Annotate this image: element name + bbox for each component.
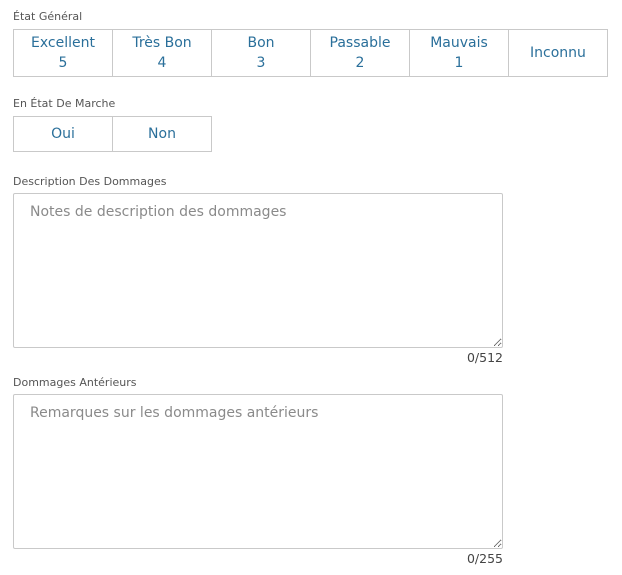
dommages-anterieurs-char-counter: 0/255 [466, 551, 503, 566]
option-score: 4 [157, 55, 167, 71]
option-label: Mauvais [430, 35, 488, 51]
en-etat-de-marche-option-non[interactable]: Non [112, 116, 212, 152]
description-dommages-field-wrapper: 0/512 [13, 193, 503, 365]
option-label: Inconnu [530, 45, 586, 61]
en-etat-de-marche-button-group: Oui Non [13, 116, 212, 152]
dommages-anterieurs-label: Dommages Antérieurs [13, 376, 137, 389]
option-label: Passable [329, 35, 391, 51]
option-label: Oui [51, 126, 75, 142]
option-label: Bon [247, 35, 275, 51]
etat-general-button-group: Excellent 5 Très Bon 4 Bon 3 Passable 2 … [13, 29, 608, 77]
option-label: Très Bon [132, 35, 192, 51]
dommages-anterieurs-textarea[interactable] [13, 394, 503, 549]
en-etat-de-marche-option-oui[interactable]: Oui [13, 116, 113, 152]
etat-general-option-mauvais[interactable]: Mauvais 1 [409, 29, 509, 77]
description-dommages-textarea[interactable] [13, 193, 503, 348]
en-etat-de-marche-label: En État De Marche [13, 97, 116, 110]
description-dommages-label: Description Des Dommages [13, 175, 167, 188]
option-label: Non [148, 126, 176, 142]
description-dommages-char-counter: 0/512 [466, 350, 503, 365]
option-score: 1 [454, 55, 464, 71]
option-score: 5 [58, 55, 68, 71]
etat-general-option-excellent[interactable]: Excellent 5 [13, 29, 113, 77]
etat-general-option-tres-bon[interactable]: Très Bon 4 [112, 29, 212, 77]
dommages-anterieurs-field-wrapper: 0/255 [13, 394, 503, 566]
option-score: 3 [256, 55, 266, 71]
option-score: 2 [355, 55, 365, 71]
etat-general-option-bon[interactable]: Bon 3 [211, 29, 311, 77]
etat-general-label: État Général [13, 10, 83, 23]
etat-general-option-inconnu[interactable]: Inconnu [508, 29, 608, 77]
option-label: Excellent [31, 35, 95, 51]
etat-general-option-passable[interactable]: Passable 2 [310, 29, 410, 77]
